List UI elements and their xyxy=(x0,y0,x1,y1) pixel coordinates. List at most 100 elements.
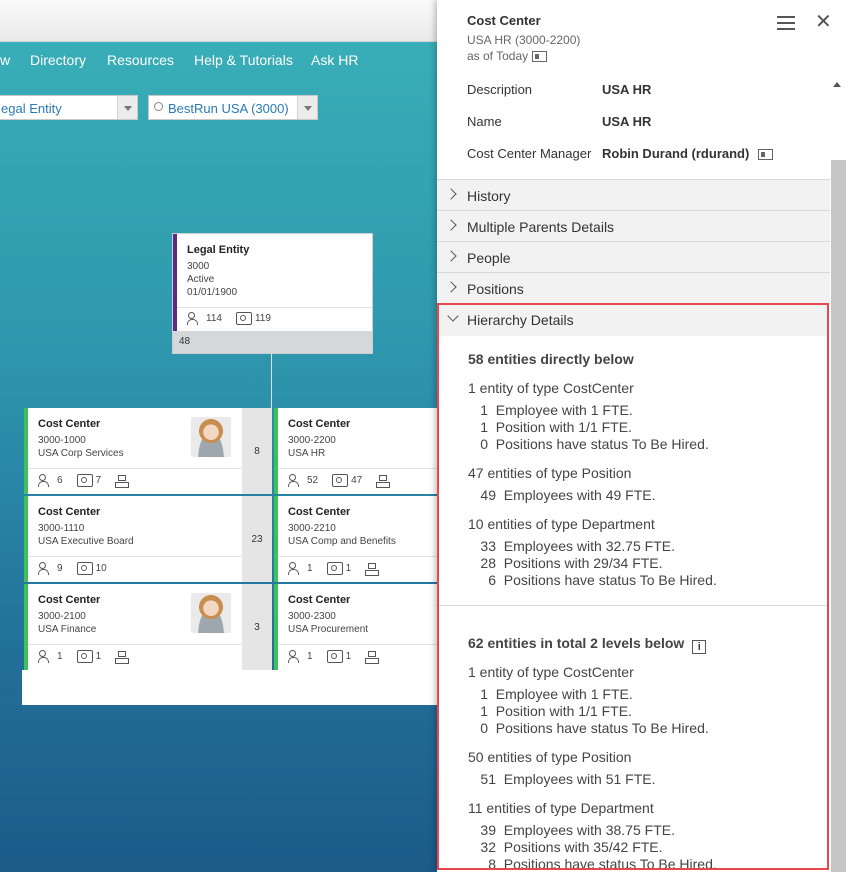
stat-number: 1 xyxy=(480,402,488,418)
card-accent xyxy=(274,408,278,494)
card-accent xyxy=(24,496,28,582)
stat-text: Employees with 32.75 FTE. xyxy=(503,538,675,554)
stat-text: Employees with 38.75 FTE. xyxy=(503,822,675,838)
org-tree-icon[interactable] xyxy=(115,650,130,664)
card-code: 3000-1110 xyxy=(38,523,85,534)
section-people[interactable]: People xyxy=(437,241,830,272)
section-hierarchy-details[interactable]: Hierarchy Details xyxy=(439,305,827,336)
org-chart-card[interactable]: Cost Center 3000-2100 USA Finance 1 1 xyxy=(24,584,242,670)
card-accent xyxy=(24,408,28,494)
stat-number: 32 xyxy=(480,839,496,855)
org-tree-icon[interactable] xyxy=(365,650,380,664)
section-label: Positions xyxy=(467,281,524,297)
org-chart-card[interactable]: Cost Center 3000-2210 USA Comp and Benef… xyxy=(274,496,438,582)
nav-item-help-tutorials[interactable]: Help & Tutorials xyxy=(194,52,293,68)
nav-item-partial[interactable]: w xyxy=(0,52,10,68)
card-stats: 9 10 xyxy=(38,562,107,575)
menu-icon[interactable] xyxy=(777,16,795,30)
people-count: 6 xyxy=(57,475,63,486)
card-stats: 1 1 xyxy=(288,562,380,576)
stat-number: 1 xyxy=(480,419,488,435)
entity-type-select[interactable]: egal Entity xyxy=(0,95,138,120)
stat-row: 0 Positions have status To Be Hired. xyxy=(468,436,709,452)
card-code: 3000-2100 xyxy=(38,611,86,622)
stat-number: 49 xyxy=(480,487,496,503)
chevron-down-icon[interactable] xyxy=(117,96,137,119)
direct-below-heading: 58 entities directly below xyxy=(468,351,634,367)
org-chart-bottom xyxy=(22,670,438,705)
org-chart-card[interactable]: Cost Center 3000-1000 USA Corp Services … xyxy=(24,408,242,494)
position-icon xyxy=(76,474,93,487)
total-heading-text: 62 entities in total 2 levels below xyxy=(468,635,685,651)
close-icon[interactable]: ✕ xyxy=(815,12,832,32)
card-footer-count: 48 xyxy=(179,336,191,347)
card-stats: 114 119 xyxy=(187,312,271,325)
stat-row: 28 Positions with 29/34 FTE. xyxy=(468,555,663,571)
org-chart-card[interactable]: Cost Center 3000-1110 USA Executive Boar… xyxy=(24,496,242,582)
company-value: BestRun USA (3000) xyxy=(168,101,289,116)
card-title: Cost Center xyxy=(288,594,351,606)
card-stats: 52 47 xyxy=(288,474,391,488)
info-icon[interactable]: i xyxy=(692,640,707,654)
stat-row: 32 Positions with 35/42 FTE. xyxy=(468,839,662,855)
id-card-icon[interactable] xyxy=(758,149,774,161)
stat-row: 1 Position with 1/1 FTE. xyxy=(468,703,632,719)
section-history[interactable]: History xyxy=(437,179,830,210)
chevron-down-icon[interactable] xyxy=(297,96,317,119)
people-count: 1 xyxy=(307,651,313,662)
position-count: 10 xyxy=(95,563,107,574)
stat-text: Employees with 51 FTE. xyxy=(503,771,656,787)
section-label: Hierarchy Details xyxy=(467,312,574,328)
field-label-manager: Cost Center Manager xyxy=(467,146,592,161)
company-select[interactable]: BestRun USA (3000) xyxy=(148,95,318,120)
stat-row: 49 Employees with 49 FTE. xyxy=(468,487,655,503)
position-icon xyxy=(76,562,93,575)
org-chart-card-selected[interactable]: Cost Center 3000-2200 USA HR 52 47 xyxy=(274,408,438,494)
card-name: USA Finance xyxy=(38,624,97,635)
section-label: People xyxy=(467,250,511,266)
manager-name[interactable]: Robin Durand (rdurand) xyxy=(602,146,749,161)
panel-scrollbar[interactable] xyxy=(830,78,846,872)
chevron-right-icon xyxy=(445,188,457,200)
stat-text: Positions have status To Be Hired. xyxy=(503,856,717,870)
stat-number: 1 xyxy=(480,686,488,702)
stat-text: Positions with 29/34 FTE. xyxy=(503,555,663,571)
scrollbar-thumb[interactable] xyxy=(831,160,846,872)
org-tree-icon[interactable] xyxy=(365,562,380,576)
stat-row: 1 Employee with 1 FTE. xyxy=(468,686,633,702)
chevron-right-icon xyxy=(445,219,457,231)
nav-item-ask-hr[interactable]: Ask HR xyxy=(311,52,358,68)
stat-number: 8 xyxy=(488,856,496,870)
org-tree-icon[interactable] xyxy=(115,474,130,488)
entity-type-line: 47 entities of type Position xyxy=(468,465,632,481)
org-chart-root-card[interactable]: Legal Entity 3000 Active 01/01/1900 114 … xyxy=(172,233,373,354)
nav-item-resources[interactable]: Resources xyxy=(107,52,174,68)
connector-line xyxy=(271,354,272,408)
card-title: Cost Center xyxy=(38,506,101,518)
stat-row: 51 Employees with 51 FTE. xyxy=(468,771,656,787)
card-name: USA Executive Board xyxy=(38,536,134,547)
people-icon xyxy=(288,474,304,487)
scroll-up-icon[interactable] xyxy=(833,82,841,87)
entity-type-line: 1 entity of type CostCenter xyxy=(468,664,634,680)
section-multiple-parents[interactable]: Multiple Parents Details xyxy=(437,210,830,241)
id-card-icon[interactable] xyxy=(532,51,548,63)
stat-text: Positions have status To Be Hired. xyxy=(503,572,717,588)
org-chart-card[interactable]: Cost Center 3000-2300 USA Procurement 1 … xyxy=(274,584,438,670)
section-positions[interactable]: Positions xyxy=(437,272,830,303)
people-icon xyxy=(288,650,304,663)
stat-row: 39 Employees with 38.75 FTE. xyxy=(468,822,675,838)
card-code: 3000 xyxy=(187,261,210,272)
position-icon xyxy=(326,562,343,575)
hierarchy-details-highlight: Hierarchy Details 58 entities directly b… xyxy=(437,303,829,870)
entity-type-line: 10 entities of type Department xyxy=(468,516,655,532)
people-count: 1 xyxy=(307,563,313,574)
position-icon xyxy=(326,650,343,663)
stat-row: 6 Positions have status To Be Hired. xyxy=(468,572,717,588)
stat-text: Position with 1/1 FTE. xyxy=(495,419,632,435)
nav-item-directory[interactable]: Directory xyxy=(30,52,86,68)
stat-number: 51 xyxy=(480,771,496,787)
card-name: USA Corp Services xyxy=(38,448,124,459)
card-footer: 48 xyxy=(173,331,372,353)
org-tree-icon[interactable] xyxy=(376,474,391,488)
